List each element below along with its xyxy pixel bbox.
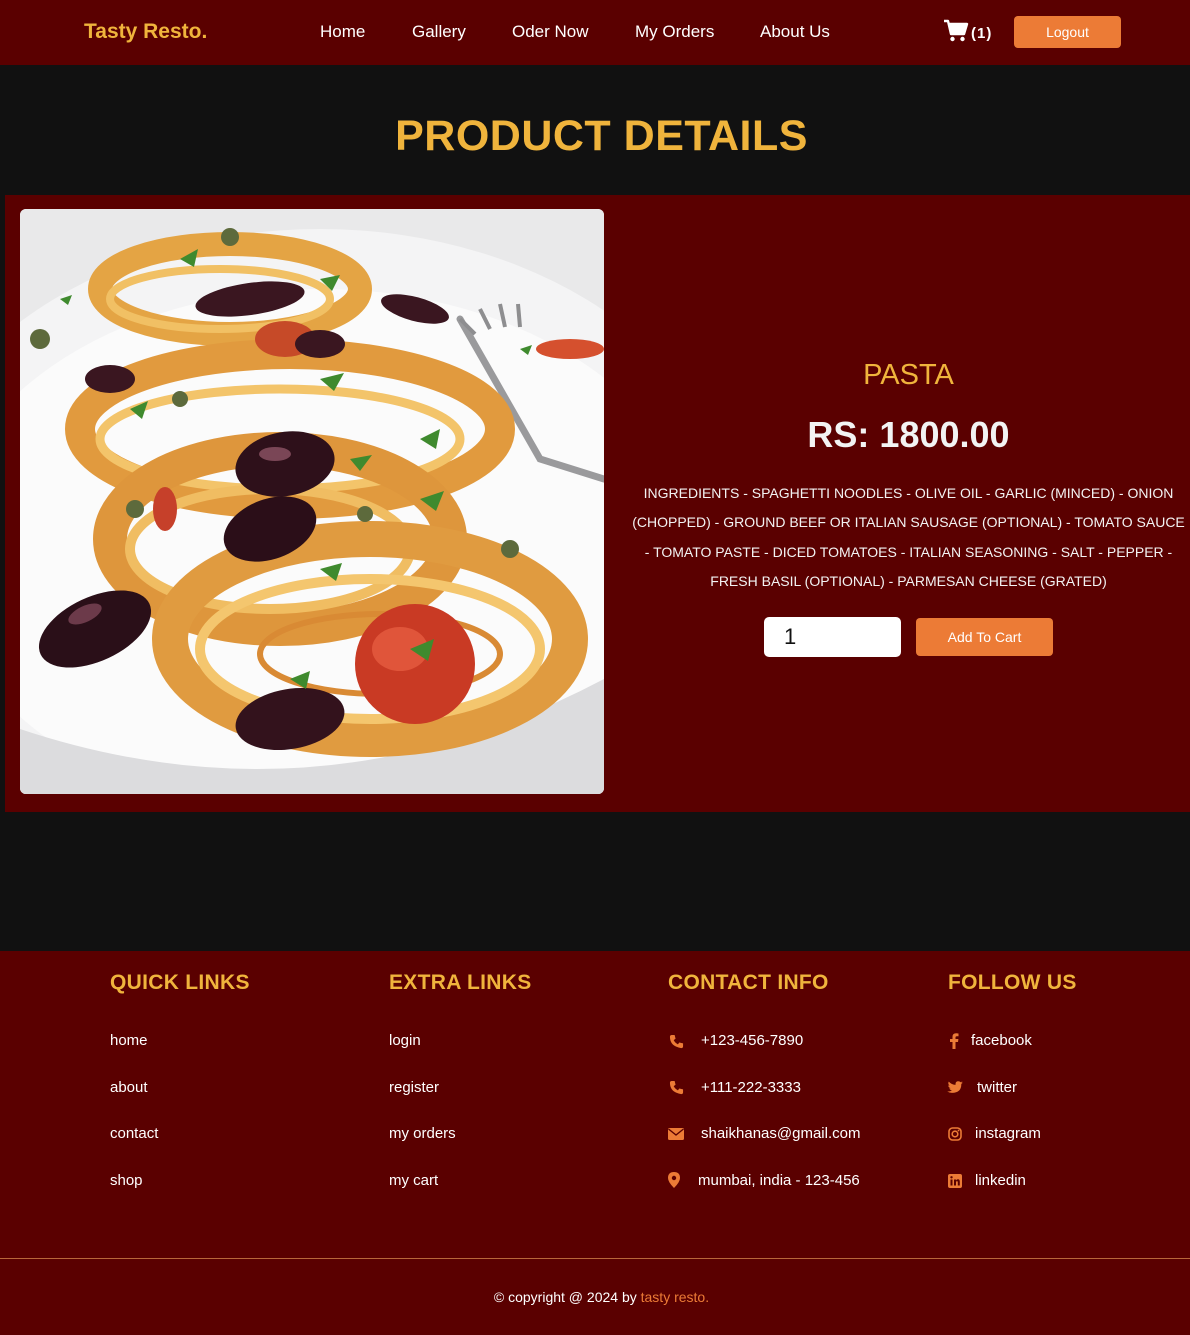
envelope-icon [668, 1126, 684, 1142]
contact-info-heading: CONTACT INFO [668, 971, 829, 994]
footer-link-my-cart[interactable]: my cart [389, 1172, 438, 1189]
copyright-text: © copyright @ 2024 by tasty resto. [0, 1289, 1190, 1305]
cart-count: (1) [971, 25, 993, 42]
contact-address: mumbai, india - 123-456 [698, 1172, 860, 1189]
top-navbar: Tasty Resto. Home Gallery Oder Now My Or… [0, 0, 1190, 65]
extra-links-heading: EXTRA LINKS [389, 971, 532, 994]
product-card: PASTA RS: 1800.00 INGREDIENTS - SPAGHETT… [5, 195, 1190, 812]
shopping-cart-icon [943, 19, 969, 48]
social-facebook[interactable]: facebook [971, 1032, 1032, 1049]
linkedin-icon [947, 1173, 963, 1189]
copyright-brand[interactable]: tasty resto. [641, 1289, 709, 1305]
nav-my-orders[interactable]: My Orders [635, 22, 714, 42]
add-to-cart-button[interactable]: Add To Cart [916, 618, 1053, 656]
social-twitter[interactable]: twitter [977, 1079, 1017, 1096]
contact-phone-1[interactable]: +123-456-7890 [701, 1032, 803, 1049]
footer-link-about[interactable]: about [110, 1079, 148, 1096]
instagram-icon [947, 1126, 963, 1142]
footer-link-register[interactable]: register [389, 1079, 439, 1096]
facebook-icon [946, 1033, 962, 1049]
nav-about-us[interactable]: About Us [760, 22, 830, 42]
logout-button[interactable]: Logout [1014, 16, 1121, 48]
product-image [20, 209, 604, 794]
page-title: PRODUCT DETAILS [395, 112, 808, 160]
nav-order-now[interactable]: Oder Now [512, 22, 589, 42]
site-logo[interactable]: Tasty Resto. [84, 20, 207, 44]
footer-link-home[interactable]: home [110, 1032, 148, 1049]
product-ingredients: INGREDIENTS - SPAGHETTI NOODLES - OLIVE … [632, 485, 1185, 589]
contact-phone-2[interactable]: +111-222-3333 [701, 1079, 801, 1096]
footer-link-my-orders[interactable]: my orders [389, 1125, 456, 1142]
map-marker-icon [666, 1172, 682, 1188]
contact-email[interactable]: shaikhanas@gmail.com [701, 1125, 860, 1142]
footer-link-contact[interactable]: contact [110, 1125, 158, 1142]
footer-link-shop[interactable]: shop [110, 1172, 143, 1189]
quick-links-heading: QUICK LINKS [110, 971, 250, 994]
copyright-prefix: © copyright @ 2024 by [493, 1289, 637, 1305]
social-linkedin[interactable]: linkedin [975, 1172, 1026, 1189]
social-instagram[interactable]: instagram [975, 1125, 1041, 1142]
cart-link[interactable]: (1) [943, 19, 992, 48]
footer-divider [0, 1258, 1190, 1259]
product-price: RS: 1800.00 [807, 414, 1010, 455]
phone-icon [668, 1033, 684, 1049]
nav-home[interactable]: Home [320, 22, 365, 42]
twitter-icon [947, 1079, 963, 1095]
follow-us-heading: FOLLOW US [948, 971, 1077, 994]
footer-link-login[interactable]: login [389, 1032, 421, 1049]
quantity-input[interactable] [764, 617, 901, 657]
phone-icon [668, 1079, 684, 1095]
site-footer: QUICK LINKS EXTRA LINKS CONTACT INFO FOL… [0, 951, 1190, 1335]
nav-gallery[interactable]: Gallery [412, 22, 466, 42]
product-name: PASTA [863, 359, 954, 391]
